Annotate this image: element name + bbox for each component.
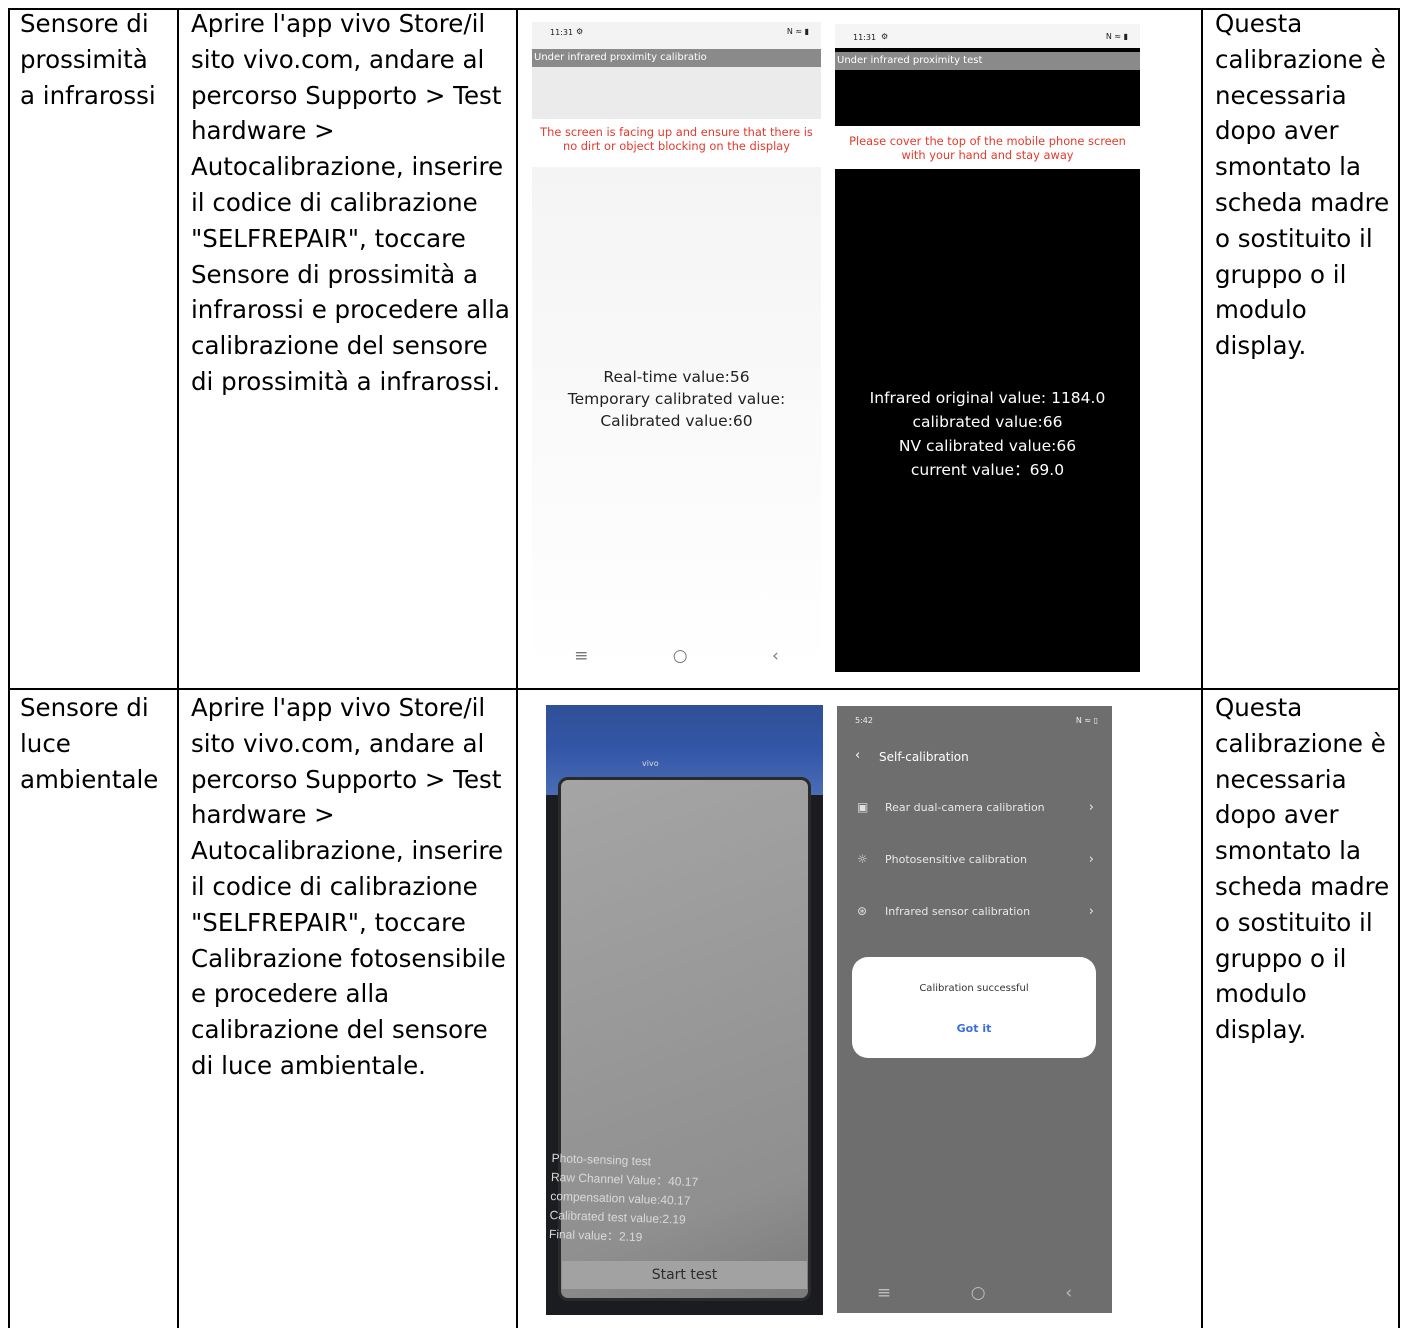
gear-icon: ⚙ [881, 32, 889, 41]
menu-item-label: Rear dual-camera calibration [885, 800, 1045, 814]
note-text: Questa calibrazione è necessaria dopo av… [1215, 693, 1390, 1045]
cover-mark: vivo [642, 759, 659, 768]
menu-icon[interactable]: ≡ [877, 1283, 891, 1303]
status-icons: N ≈ ▮ [1105, 32, 1128, 41]
instruction-text: The screen is facing up and ensure that … [540, 125, 813, 153]
self-calibration-screenshot: 5:42 N ≈ ▯ ‹ Self-calibration ▣ Rear dua… [837, 706, 1112, 1313]
back-icon[interactable]: ‹ [772, 646, 779, 666]
status-time: 5:42 [855, 716, 873, 725]
chevron-right-icon: › [1088, 851, 1094, 867]
chevron-right-icon: › [1088, 799, 1094, 815]
menu-icon[interactable]: ≡ [574, 646, 588, 666]
realtime-value: Real-time value:56 [603, 368, 750, 386]
sun-icon: ☼ [857, 852, 868, 866]
home-icon[interactable]: ○ [971, 1283, 986, 1303]
back-chevron-icon[interactable]: ‹ [855, 748, 860, 763]
temporary-calibrated-value: Temporary calibrated value: [567, 390, 786, 408]
current-value: current value：69.0 [910, 461, 1065, 479]
preview-area [532, 67, 821, 119]
page-title: Self-calibration [879, 750, 969, 764]
start-test-button[interactable]: Start test [562, 1261, 807, 1289]
calibrated-value: calibrated value:66 [912, 413, 1063, 431]
instruction-text: Please cover the top of the mobile phone… [849, 134, 1126, 162]
note-text: Questa calibrazione è necessaria dopo av… [1215, 9, 1390, 361]
menu-item-label: Photosensitive calibration [885, 852, 1027, 866]
menu-item-rear-camera[interactable]: ▣ Rear dual-camera calibration › [857, 795, 1094, 819]
proximity-calibration-screenshot: 11:31 ⚙ N ≈ ▮ Under infrared proximity c… [532, 22, 821, 672]
navigation-bar: ≡ ○ ‹ [532, 640, 821, 672]
status-time: 11:31 [853, 33, 877, 42]
column-divider [1201, 8, 1203, 1328]
column-divider [177, 8, 179, 1328]
test-readout: Photo-sensing test Raw Channel Value：40.… [549, 1149, 699, 1249]
screen-title: Under infrared proximity calibratio [532, 49, 821, 67]
screen-title: Under infrared proximity test [835, 52, 1140, 70]
status-icons: N ≈ ▯ [1075, 716, 1098, 725]
menu-item-photosensitive[interactable]: ☼ Photosensitive calibration › [857, 847, 1094, 871]
status-time: 11:31 [550, 28, 574, 37]
sensor-name: Sensore di luce ambientale [20, 693, 159, 794]
nv-calibrated-value: NV calibrated value:66 [898, 437, 1077, 455]
menu-item-label: Infrared sensor calibration [885, 904, 1031, 918]
back-icon[interactable]: ‹ [1065, 1283, 1072, 1303]
got-it-button[interactable]: Got it [852, 1022, 1096, 1035]
table-border [1398, 8, 1400, 1328]
camera-icon: ▣ [857, 800, 869, 814]
photo-sensing-test-photo: vivo Photo-sensing test Raw Channel Valu… [546, 705, 823, 1315]
procedure-text: Aprire l'app vivo Store/il sito vivo.com… [191, 693, 506, 1080]
home-icon[interactable]: ○ [673, 646, 688, 666]
status-icons: N ≈ ▮ [786, 27, 809, 36]
proximity-test-screenshot: 11:31 ⚙ N ≈ ▮ Under infrared proximity t… [835, 24, 1140, 672]
gear-icon: ⚙ [576, 27, 584, 36]
sensor-name: Sensore di prossimità a infrarossi [20, 9, 156, 110]
values-block: Real-time value:56 Temporary calibrated … [532, 366, 821, 432]
procedure-text: Aprire l'app vivo Store/il sito vivo.com… [191, 9, 510, 396]
infrared-original-value: Infrared original value: 1184.0 [869, 389, 1106, 407]
navigation-bar: ≡ ○ ‹ [837, 1273, 1112, 1313]
menu-item-infrared[interactable]: ⊛ Infrared sensor calibration › [857, 899, 1094, 923]
calibrated-value: Calibrated value:60 [600, 412, 753, 430]
column-divider [516, 8, 518, 1328]
table-border [8, 8, 10, 1328]
success-dialog: Calibration successful Got it [852, 957, 1096, 1058]
infrared-icon: ⊛ [857, 904, 868, 918]
chevron-right-icon: › [1088, 903, 1094, 919]
values-block: Infrared original value: 1184.0 calibrat… [835, 386, 1140, 482]
dialog-message: Calibration successful [919, 983, 1029, 994]
